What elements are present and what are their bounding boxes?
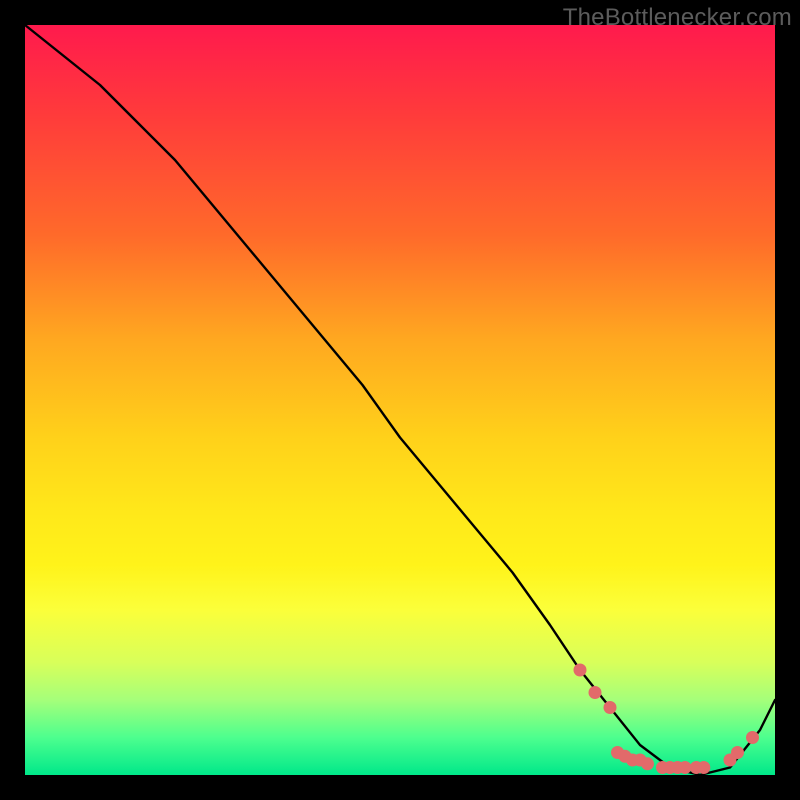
scatter-point xyxy=(641,757,654,770)
scatter-point xyxy=(697,761,710,774)
chart-frame: TheBottlenecker.com xyxy=(0,0,800,800)
scatter-point xyxy=(589,686,602,699)
plot-area xyxy=(25,25,775,775)
line-series xyxy=(25,25,775,775)
scatter-point xyxy=(574,664,587,677)
scatter-markers xyxy=(574,664,760,775)
scatter-point xyxy=(679,761,692,774)
scatter-point xyxy=(604,701,617,714)
scatter-point xyxy=(731,746,744,759)
scatter-point xyxy=(746,731,759,744)
chart-svg xyxy=(25,25,775,775)
